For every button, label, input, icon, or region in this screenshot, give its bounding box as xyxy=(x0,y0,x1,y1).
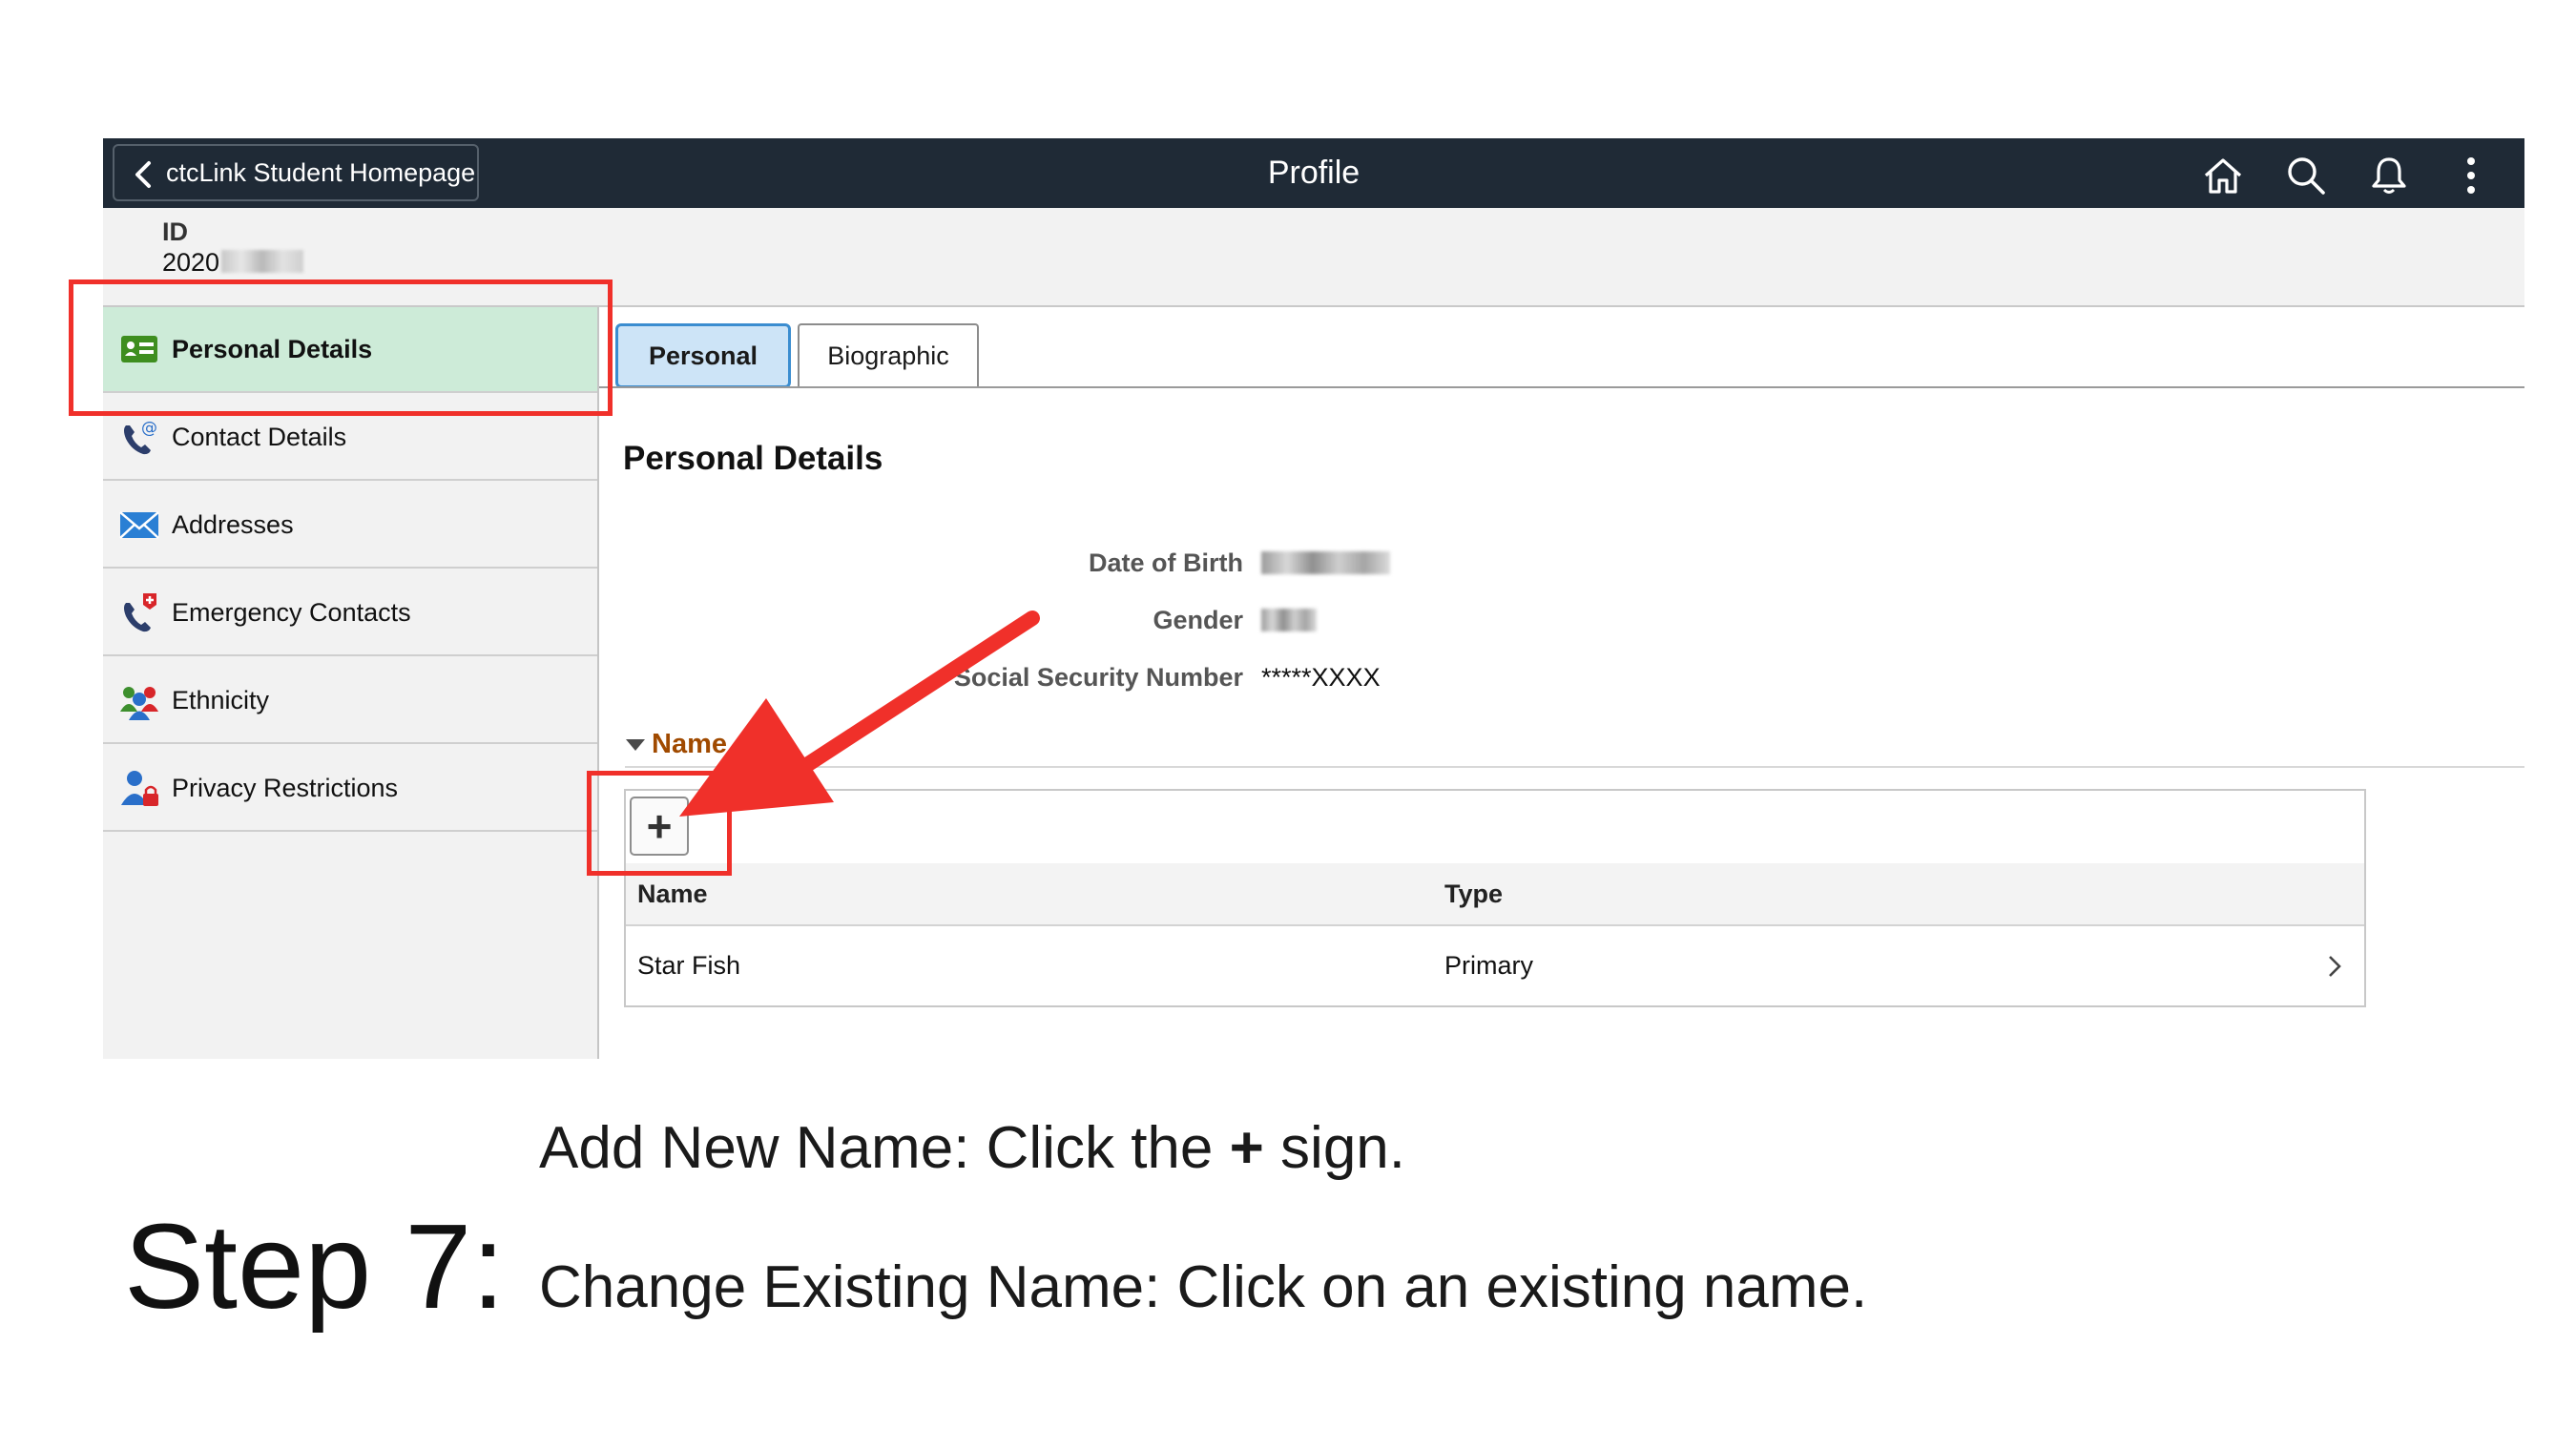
tab-biographic[interactable]: Biographic xyxy=(798,323,979,386)
row-name: Star Fish xyxy=(637,951,741,980)
id-value: 2020 xyxy=(162,248,220,277)
section-title: Personal Details xyxy=(623,440,883,477)
sidebar: Personal Details @ Contact Details Addre… xyxy=(103,307,599,1059)
caption-add-new-name: Add New Name: Click the + sign. xyxy=(539,1114,1405,1182)
sidebar-item-label: Addresses xyxy=(172,509,294,539)
search-icon[interactable] xyxy=(2285,155,2327,197)
chevron-left-icon xyxy=(135,161,151,188)
top-banner: ctcLink Student Homepage Profile xyxy=(103,138,2524,208)
back-button[interactable]: ctcLink Student Homepage xyxy=(113,144,479,201)
tab-personal[interactable]: Personal xyxy=(615,323,791,388)
sidebar-item-emergency-contacts[interactable]: Emergency Contacts xyxy=(103,570,597,656)
date-of-birth-redacted xyxy=(1261,551,1390,574)
highlight-box-personal-details xyxy=(69,279,613,416)
sidebar-item-label: Privacy Restrictions xyxy=(172,773,399,802)
gender-redacted xyxy=(1261,609,1317,631)
red-arrow-icon xyxy=(679,611,1040,817)
date-of-birth-label: Date of Birth xyxy=(1089,549,1243,577)
sidebar-item-label: Contact Details xyxy=(172,422,347,451)
more-vertical-icon[interactable] xyxy=(2450,155,2492,197)
home-icon[interactable] xyxy=(2202,155,2244,197)
column-header-type: Type xyxy=(1444,880,1504,908)
grid-header: Name Type xyxy=(626,863,2364,926)
table-row[interactable]: Star Fish Primary xyxy=(626,926,2364,1005)
sidebar-item-addresses[interactable]: Addresses xyxy=(103,483,597,569)
svg-text:@: @ xyxy=(141,419,157,438)
back-button-label: ctcLink Student Homepage xyxy=(166,157,476,187)
envelope-icon xyxy=(119,511,159,539)
phone-at-icon: @ xyxy=(124,419,157,455)
tab-divider xyxy=(599,386,2524,388)
caption-add-text: : Click the xyxy=(953,1115,1230,1181)
sidebar-item-privacy-restrictions[interactable]: Privacy Restrictions xyxy=(103,746,597,832)
step-label: Step 7: xyxy=(124,1199,506,1334)
chevron-right-icon xyxy=(2329,956,2341,977)
bell-icon[interactable] xyxy=(2368,155,2410,197)
sidebar-item-label: Ethnicity xyxy=(172,685,270,714)
sidebar-item-label: Emergency Contacts xyxy=(172,597,411,627)
sidebar-item-ethnicity[interactable]: Ethnicity xyxy=(103,658,597,744)
phone-medical-icon xyxy=(124,593,156,632)
ssn-value: *****XXXX xyxy=(1261,663,1381,692)
people-icon xyxy=(120,687,158,720)
caption-change-existing-name: Change Existing Name: Click on an existi… xyxy=(539,1253,1867,1321)
caption-change-text: : Click on an existing name. xyxy=(1144,1254,1868,1320)
caption-add-text-end: sign. xyxy=(1263,1115,1406,1181)
row-type: Primary xyxy=(1444,951,1533,980)
id-label: ID xyxy=(162,217,188,246)
caption-add-bold: Add New Name xyxy=(539,1115,954,1181)
caret-down-icon xyxy=(626,739,645,752)
person-lock-icon xyxy=(121,771,158,806)
caption-change-bold: Change Existing Name xyxy=(539,1254,1145,1320)
caption-plus: + xyxy=(1229,1115,1264,1181)
id-redacted xyxy=(221,250,303,273)
